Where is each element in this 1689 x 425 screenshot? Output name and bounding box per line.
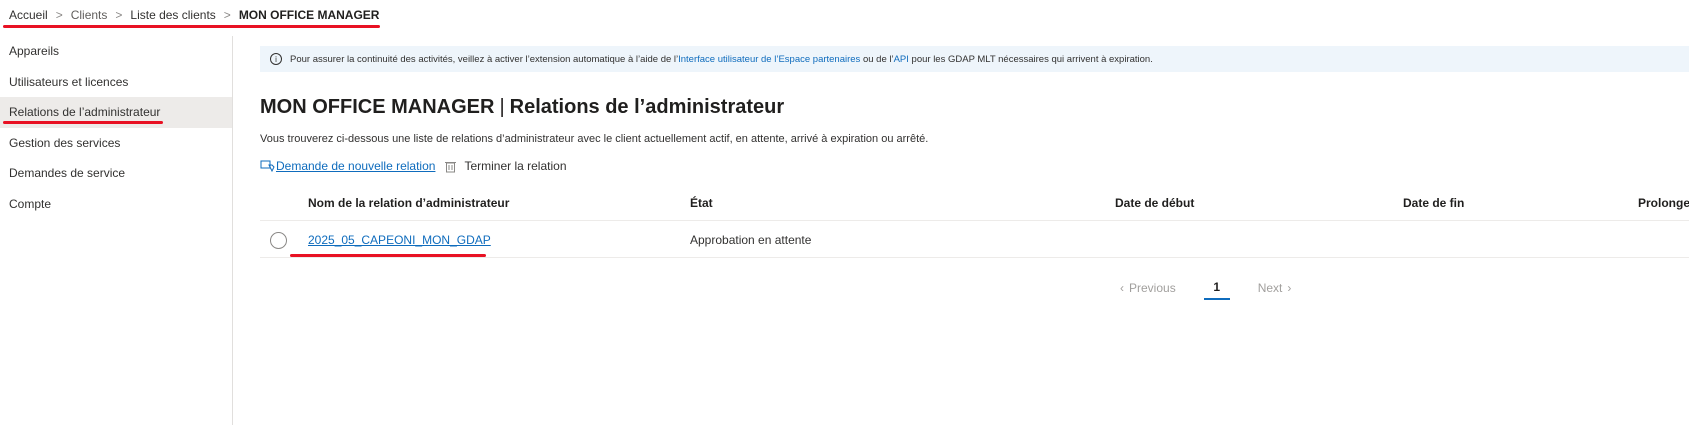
table-header: Nom de la relation d’administrateur État… — [260, 185, 1689, 221]
relation-state: Approbation en attente — [690, 233, 812, 247]
column-header-state[interactable]: État — [690, 196, 713, 210]
column-header-start-date[interactable]: Date de début — [1115, 196, 1194, 210]
info-banner: i Pour assurer la continuité des activit… — [260, 46, 1689, 72]
chevron-right-icon: > — [55, 8, 63, 22]
chevron-right-icon: › — [1287, 281, 1292, 295]
sidebar-item-label: Gestion des services — [9, 135, 121, 150]
new-relation-label: Demande de nouvelle relation — [276, 159, 436, 173]
column-header-end-date[interactable]: Date de fin — [1403, 196, 1464, 210]
new-relation-button[interactable]: Demande de nouvelle relation — [260, 159, 435, 173]
previous-page-button[interactable]: ‹ Previous — [1120, 281, 1176, 295]
annotation-underline-sidebar — [3, 121, 163, 124]
sidebar-item-service-requests[interactable]: Demandes de service — [0, 158, 232, 189]
next-page-button[interactable]: Next › — [1258, 281, 1292, 295]
banner-text-part: ou de l’ — [860, 53, 894, 65]
breadcrumb-home[interactable]: Accueil — [9, 8, 48, 22]
api-link[interactable]: API — [894, 54, 909, 65]
relations-table: Nom de la relation d’administrateur État… — [260, 185, 1689, 258]
chevron-left-icon: ‹ — [1120, 281, 1124, 295]
column-header-extend[interactable]: Prolonge — [1638, 196, 1689, 210]
table-row[interactable]: 2025_05_CAPEONI_MON_GDAP Approbation en … — [260, 221, 1689, 258]
page-title: MON OFFICE MANAGER | Relations de l’admini… — [260, 96, 784, 119]
page-description: Vous trouverez ci-dessous une liste de r… — [260, 133, 929, 145]
row-select-radio[interactable] — [270, 232, 287, 249]
sidebar-item-label: Relations de l’administrateur — [9, 105, 161, 120]
sidebar-item-label: Appareils — [9, 44, 60, 59]
sidebar-item-service-management[interactable]: Gestion des services — [0, 128, 232, 159]
page-title-section: Relations de l’administrateur — [509, 96, 785, 118]
previous-label: Previous — [1129, 281, 1176, 295]
sidebar-item-users-licenses[interactable]: Utilisateurs et licences — [0, 67, 232, 98]
sidebar-item-devices[interactable]: Appareils — [0, 36, 232, 67]
sidebar: Appareils Utilisateurs et licences Relat… — [0, 36, 233, 425]
sidebar-item-account[interactable]: Compte — [0, 189, 232, 220]
chevron-right-icon: > — [223, 8, 231, 22]
shield-add-icon — [260, 160, 275, 173]
relation-name-link[interactable]: 2025_05_CAPEONI_MON_GDAP — [308, 233, 491, 247]
banner-text-part: Pour assurer la continuité des activités… — [290, 53, 679, 65]
annotation-underline-relation-name — [290, 254, 486, 257]
banner-text-part: pour les GDAP MLT nécessaires qui arrive… — [908, 53, 1153, 65]
breadcrumb-current: MON OFFICE MANAGER — [238, 8, 380, 22]
pagination: ‹ Previous 1 Next › — [1120, 276, 1291, 300]
page-number-button[interactable]: 1 — [1203, 276, 1230, 300]
sidebar-item-label: Demandes de service — [9, 166, 126, 181]
annotation-underline-breadcrumb — [3, 25, 380, 28]
partner-center-link[interactable]: Interface utilisateur de l’Espace parten… — [678, 54, 860, 65]
chevron-right-icon: > — [115, 8, 123, 22]
banner-text: Pour assurer la continuité des activités… — [290, 54, 1153, 65]
trash-icon — [445, 161, 457, 172]
page-title-separator: | — [499, 96, 505, 118]
main-content: i Pour assurer la continuité des activit… — [260, 36, 1689, 425]
info-icon: i — [270, 53, 282, 65]
end-relation-label: Terminer la relation — [464, 159, 567, 173]
end-relation-button[interactable]: Terminer la relation — [445, 159, 567, 173]
page-title-client: MON OFFICE MANAGER — [260, 96, 495, 118]
breadcrumb-clients[interactable]: Clients — [71, 8, 108, 22]
next-label: Next — [1257, 281, 1283, 295]
sidebar-item-label: Utilisateurs et licences — [9, 74, 129, 89]
column-header-name[interactable]: Nom de la relation d’administrateur — [308, 196, 509, 210]
command-bar: Demande de nouvelle relation Terminer la… — [260, 159, 567, 173]
sidebar-item-label: Compte — [9, 196, 52, 211]
breadcrumb-client-list[interactable]: Liste des clients — [130, 8, 215, 22]
